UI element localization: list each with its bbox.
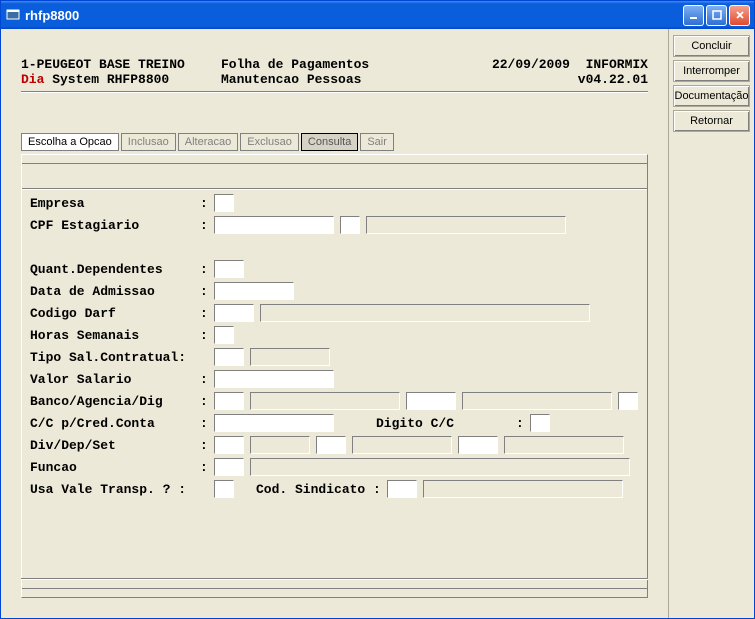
header-block: 1-PEUGEOT BASE TREINO Folha de Pagamento… xyxy=(21,57,648,93)
maximize-button[interactable] xyxy=(706,5,727,26)
label-valor-sal: Valor Salario xyxy=(30,372,194,387)
tab-alteracao[interactable]: Alteracao xyxy=(178,133,238,151)
input-data-adm[interactable] xyxy=(214,282,294,300)
input-quant-dep[interactable] xyxy=(214,260,244,278)
display-agencia-desc xyxy=(462,392,612,410)
display-div-desc xyxy=(250,436,310,454)
display-cod-sind-desc xyxy=(423,480,623,498)
concluir-button[interactable]: Concluir xyxy=(673,35,750,57)
minimize-button[interactable] xyxy=(683,5,704,26)
display-tipo-sal-desc xyxy=(250,348,330,366)
right-panel: Concluir Interromper Documentação Retorn… xyxy=(669,29,754,618)
tab-escolha[interactable]: Escolha a Opcao xyxy=(21,133,119,151)
display-dep-desc xyxy=(352,436,452,454)
input-valor-sal[interactable] xyxy=(214,370,334,388)
label-cpf: CPF Estagiario xyxy=(30,218,194,233)
input-empresa[interactable] xyxy=(214,194,234,212)
header-module: Folha de Pagamentos xyxy=(221,57,468,72)
display-cod-darf-desc xyxy=(260,304,590,322)
window-controls xyxy=(683,5,750,26)
label-vale: Usa Vale Transp. ? : xyxy=(30,482,194,497)
label-tipo-sal: Tipo Sal.Contratual: xyxy=(30,350,194,365)
input-horas-sem[interactable] xyxy=(214,326,234,344)
input-cpf[interactable] xyxy=(214,216,334,234)
label-quant-dep: Quant.Dependentes xyxy=(30,262,194,277)
tab-consulta[interactable]: Consulta xyxy=(301,133,358,151)
label-digito-cc: Digito C/C xyxy=(376,416,454,431)
input-funcao[interactable] xyxy=(214,458,244,476)
tab-exclusao[interactable]: Exclusao xyxy=(240,133,299,151)
display-funcao-desc xyxy=(250,458,630,476)
input-vale[interactable] xyxy=(214,480,234,498)
input-agencia-dig[interactable] xyxy=(618,392,638,410)
label-div-dep: Div/Dep/Set xyxy=(30,438,194,453)
close-button[interactable] xyxy=(729,5,750,26)
input-digito-cc[interactable] xyxy=(530,414,550,432)
retornar-button[interactable]: Retornar xyxy=(673,110,750,132)
header-date-db: 22/09/2009 INFORMIX xyxy=(468,57,648,72)
form-panel: Empresa : CPF Estagiario : xyxy=(21,154,648,598)
form-top-separator xyxy=(22,188,647,190)
header-version: v04.22.01 xyxy=(468,72,648,87)
label-cod-darf: Codigo Darf xyxy=(30,306,194,321)
header-screen: Manutencao Pessoas xyxy=(221,72,468,87)
input-cod-sind[interactable] xyxy=(387,480,417,498)
label-banco: Banco/Agencia/Dig xyxy=(30,394,194,409)
label-empresa: Empresa xyxy=(30,196,194,211)
display-cpf-nome xyxy=(366,216,566,234)
input-cpf-dig[interactable] xyxy=(340,216,360,234)
header-system: Dia System RHFP8800 xyxy=(21,72,221,87)
window-title: rhfp8800 xyxy=(25,8,683,23)
input-agencia[interactable] xyxy=(406,392,456,410)
input-dep[interactable] xyxy=(316,436,346,454)
header-separator xyxy=(21,91,648,93)
tab-inclusao[interactable]: Inclusao xyxy=(121,133,176,151)
input-cc-cred[interactable] xyxy=(214,414,334,432)
window: rhfp8800 1-PEUGEOT BASE TREINO Folha de … xyxy=(0,0,755,619)
bottom-separator xyxy=(21,578,648,580)
titlebar: rhfp8800 xyxy=(1,1,754,29)
header-company: 1-PEUGEOT BASE TREINO xyxy=(21,57,221,72)
main-area: 1-PEUGEOT BASE TREINO Folha de Pagamento… xyxy=(1,29,669,618)
input-set[interactable] xyxy=(458,436,498,454)
label-cc-cred: C/C p/Cred.Conta xyxy=(30,416,194,431)
client-area: 1-PEUGEOT BASE TREINO Folha de Pagamento… xyxy=(1,29,754,618)
interromper-button[interactable]: Interromper xyxy=(673,60,750,82)
app-icon xyxy=(5,7,21,23)
input-cod-darf[interactable] xyxy=(214,304,254,322)
input-banco[interactable] xyxy=(214,392,244,410)
input-tipo-sal[interactable] xyxy=(214,348,244,366)
documentacao-button[interactable]: Documentação xyxy=(673,85,750,107)
display-set-desc xyxy=(504,436,624,454)
label-horas-sem: Horas Semanais xyxy=(30,328,194,343)
tab-sair[interactable]: Sair xyxy=(360,133,394,151)
fields: Empresa : CPF Estagiario : xyxy=(30,192,639,500)
label-data-adm: Data de Admissao xyxy=(30,284,194,299)
input-div[interactable] xyxy=(214,436,244,454)
display-banco-desc xyxy=(250,392,400,410)
label-cod-sind: Cod. Sindicato : xyxy=(256,482,381,497)
label-funcao: Funcao xyxy=(30,460,194,475)
tab-row: Escolha a Opcao Inclusao Alteracao Exclu… xyxy=(21,133,394,151)
